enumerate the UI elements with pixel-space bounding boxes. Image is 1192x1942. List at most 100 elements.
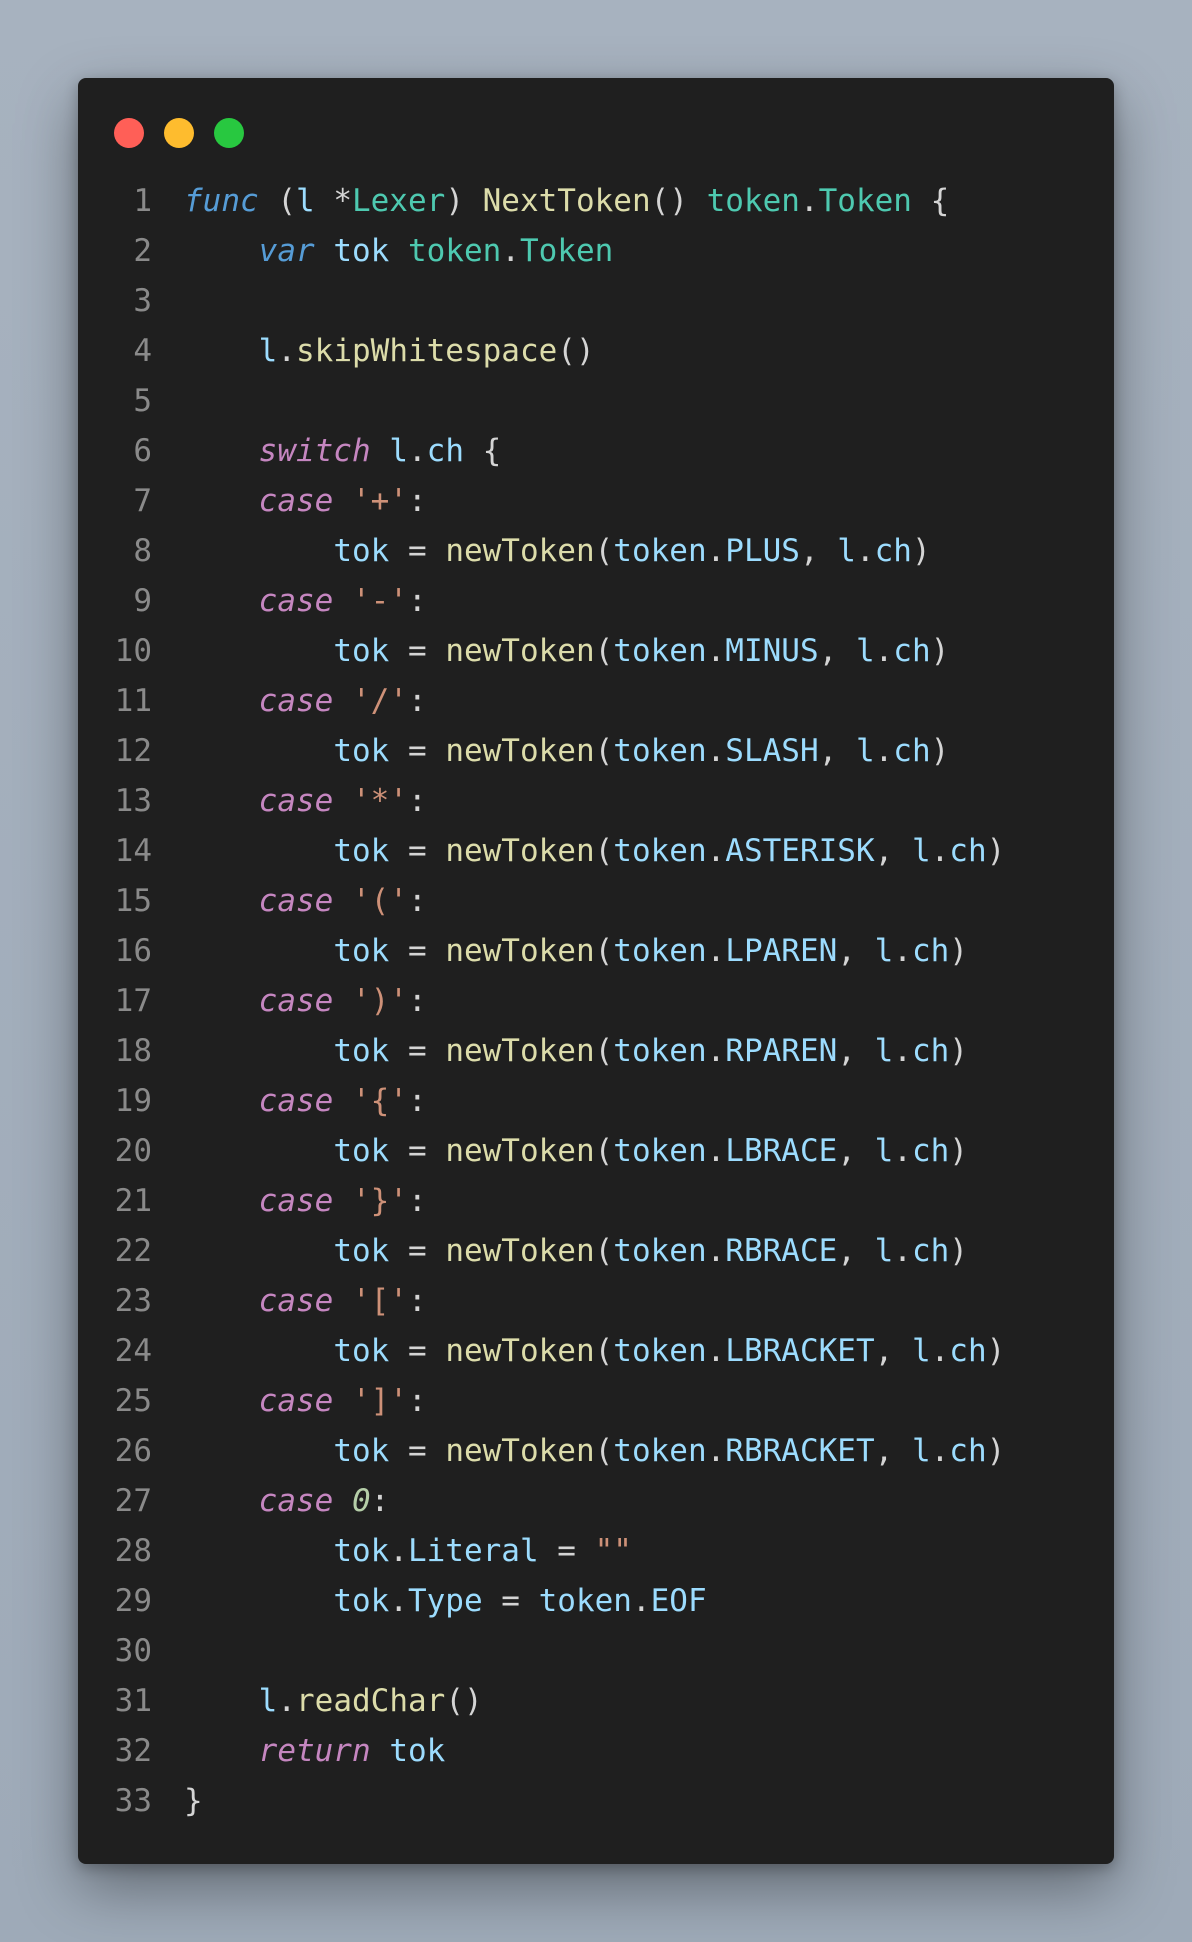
code-token: = xyxy=(389,733,446,769)
code-token: ch xyxy=(893,633,931,669)
code-text[interactable]: tok = newToken(token.LPAREN, l.ch) xyxy=(184,926,968,976)
code-token: () xyxy=(650,183,707,219)
code-text[interactable]: case '*': xyxy=(184,776,427,826)
code-token: . xyxy=(893,1033,912,1069)
line-number: 33 xyxy=(114,1783,152,1819)
code-text[interactable]: return tok xyxy=(184,1726,446,1776)
line-number: 12 xyxy=(114,733,152,769)
code-text[interactable]: var tok token.Token xyxy=(184,226,614,276)
code-line: 21 case '}': xyxy=(78,1176,1114,1226)
code-token: , xyxy=(874,1433,912,1469)
code-text[interactable]: tok = newToken(token.ASTERISK, l.ch) xyxy=(184,826,1005,876)
code-token: l xyxy=(874,1133,894,1169)
code-text[interactable]: switch l.ch { xyxy=(184,426,502,476)
code-text[interactable]: case '/': xyxy=(184,676,427,726)
code-text[interactable]: case ')': xyxy=(184,976,427,1026)
line-number: 2 xyxy=(133,233,152,269)
code-token: : xyxy=(370,1483,390,1519)
code-text[interactable]: tok.Type = token.EOF xyxy=(184,1576,706,1626)
code-text[interactable]: } xyxy=(184,1776,203,1826)
line-number: 17 xyxy=(114,983,152,1019)
code-token: . xyxy=(407,433,427,469)
code-token: return xyxy=(258,1733,371,1769)
code-text[interactable]: tok = newToken(token.PLUS, l.ch) xyxy=(184,526,930,576)
code-text[interactable]: case ']': xyxy=(184,1376,427,1426)
code-token: l xyxy=(295,183,315,219)
line-number: 18 xyxy=(114,1033,152,1069)
line-number: 8 xyxy=(133,533,152,569)
code-text[interactable]: case '-': xyxy=(184,576,427,626)
code-token: case xyxy=(258,1083,334,1119)
line-number: 9 xyxy=(133,583,152,619)
code-token: . xyxy=(706,633,726,669)
minimize-dot-icon[interactable] xyxy=(164,118,194,148)
zoom-dot-icon[interactable] xyxy=(214,118,244,148)
code-token: = xyxy=(389,833,446,869)
code-token: . xyxy=(277,1683,296,1719)
code-token: . xyxy=(389,1583,408,1619)
close-dot-icon[interactable] xyxy=(114,118,144,148)
code-token: tok xyxy=(333,533,390,569)
code-text[interactable]: tok = newToken(token.LBRACKET, l.ch) xyxy=(184,1326,1005,1376)
line-number: 26 xyxy=(114,1433,152,1469)
code-token: = xyxy=(389,1433,446,1469)
code-text[interactable]: l.readChar() xyxy=(184,1676,483,1726)
code-text[interactable]: tok = newToken(token.RPAREN, l.ch) xyxy=(184,1026,968,1076)
code-text[interactable]: tok = newToken(token.SLASH, l.ch) xyxy=(184,726,949,776)
code-token: newToken xyxy=(445,833,595,869)
code-token: ']' xyxy=(351,1383,408,1419)
code-text[interactable]: func (l *Lexer) NextToken() token.Token … xyxy=(184,176,949,226)
code-text[interactable]: tok = newToken(token.MINUS, l.ch) xyxy=(184,626,949,676)
code-text[interactable]: case '[': xyxy=(184,1276,427,1326)
code-line: 14 tok = newToken(token.ASTERISK, l.ch) xyxy=(78,826,1114,876)
code-token: l xyxy=(874,1233,894,1269)
code-token: token xyxy=(613,933,707,969)
code-token: . xyxy=(930,833,950,869)
code-token: . xyxy=(893,933,912,969)
code-text[interactable]: case 0: xyxy=(184,1476,390,1526)
code-token: , xyxy=(837,1133,875,1169)
code-line: 6 switch l.ch { xyxy=(78,426,1114,476)
code-token: = xyxy=(482,1583,539,1619)
code-line: 5 xyxy=(78,376,1114,426)
code-token: . xyxy=(930,1333,950,1369)
code-token: ( xyxy=(258,183,296,219)
code-token: tok xyxy=(333,933,390,969)
code-text[interactable]: case '}': xyxy=(184,1176,427,1226)
code-token: . xyxy=(277,333,296,369)
code-token: ( xyxy=(594,1233,614,1269)
code-text[interactable]: tok = newToken(token.RBRACKET, l.ch) xyxy=(184,1426,1005,1476)
line-number: 11 xyxy=(114,683,152,719)
code-line: 24 tok = newToken(token.LBRACKET, l.ch) xyxy=(78,1326,1114,1376)
code-line: 10 tok = newToken(token.MINUS, l.ch) xyxy=(78,626,1114,676)
code-token: = xyxy=(389,1033,446,1069)
code-text[interactable]: case '{': xyxy=(184,1076,427,1126)
line-number: 1 xyxy=(133,183,152,219)
code-token: . xyxy=(799,183,819,219)
code-token: newToken xyxy=(445,733,595,769)
code-token: Lexer xyxy=(351,183,446,219)
code-token: : xyxy=(407,483,427,519)
code-token: : xyxy=(407,1183,427,1219)
code-text[interactable]: tok = newToken(token.LBRACE, l.ch) xyxy=(184,1126,968,1176)
code-token: . xyxy=(706,1133,726,1169)
code-text[interactable]: tok.Literal = "" xyxy=(184,1526,632,1576)
code-line: 3 xyxy=(78,276,1114,326)
code-text[interactable]: case '(': xyxy=(184,876,427,926)
code-text[interactable]: l.skipWhitespace() xyxy=(184,326,595,376)
code-text[interactable]: tok = newToken(token.RBRACE, l.ch) xyxy=(184,1226,968,1276)
code-line: 7 case '+': xyxy=(78,476,1114,526)
code-token: . xyxy=(874,733,894,769)
code-text[interactable]: case '+': xyxy=(184,476,427,526)
